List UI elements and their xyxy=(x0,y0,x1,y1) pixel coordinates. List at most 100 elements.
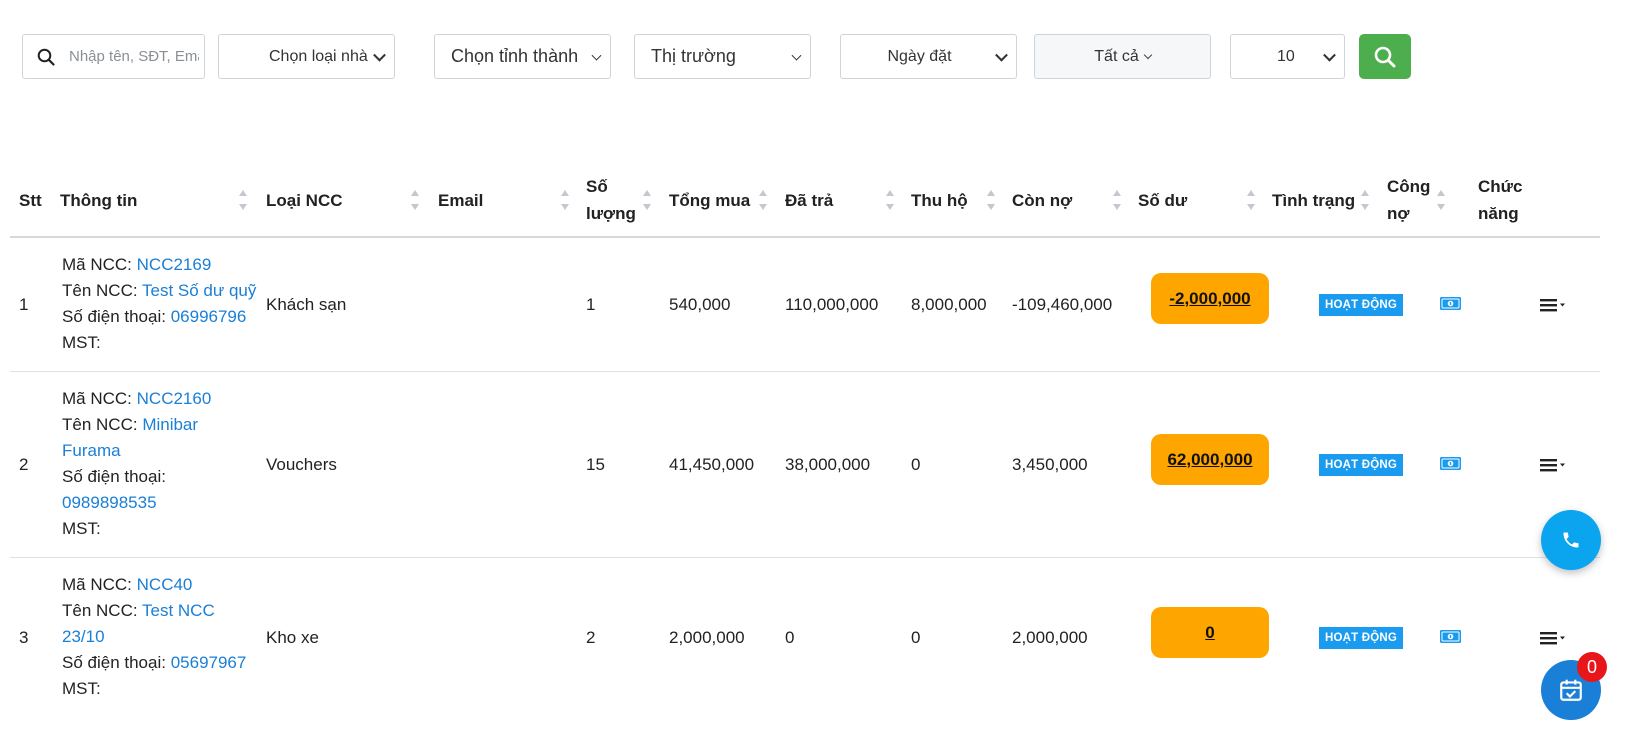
table-header: Stt Thông tin Loại NCC Email Số lượng Tổ… xyxy=(10,162,1600,238)
notification-count-badge: 0 xyxy=(1577,652,1607,682)
supplier-phone-link[interactable]: 06996796 xyxy=(171,307,247,326)
phone-label: Số điện thoại: xyxy=(62,653,166,672)
tax-label: MST: xyxy=(62,519,101,538)
sort-icon[interactable] xyxy=(886,190,895,210)
menu-icon[interactable] xyxy=(1540,298,1566,312)
column-header-actions: Chức năng xyxy=(1478,162,1522,238)
column-header-type[interactable]: Loại NCC xyxy=(266,162,343,238)
filter-bar: Chọn loại nhà Chọn tỉnh thành Thị trường… xyxy=(22,34,1411,79)
row-qty: 15 xyxy=(586,455,605,474)
menu-icon[interactable] xyxy=(1540,631,1566,645)
row-stt: 3 xyxy=(19,628,29,647)
supplier-name-line: Tên NCC: Minibar xyxy=(62,412,262,438)
supplier-type-select[interactable]: Chọn loại nhà xyxy=(218,34,395,79)
supplier-info: Mã NCC: NCC2169 Tên NCC: Test Số dư quỹ … xyxy=(62,252,262,356)
supplier-tax-line: MST: xyxy=(62,676,262,702)
column-header-paid[interactable]: Đã trả xyxy=(785,162,833,238)
column-header-stt: Stt xyxy=(19,190,42,210)
column-header-owed[interactable]: Còn nợ xyxy=(1012,162,1072,238)
call-button[interactable] xyxy=(1541,510,1601,570)
supplier-name-line: Tên NCC: Test NCC xyxy=(62,598,262,624)
sort-icon[interactable] xyxy=(987,190,996,210)
row-paid: 38,000,000 xyxy=(785,455,871,474)
sort-icon[interactable] xyxy=(759,190,768,210)
supplier-name-line: Tên NCC: Test Số dư quỹ xyxy=(62,278,262,304)
row-stt: 1 xyxy=(19,295,29,314)
balance-button[interactable]: -2,000,000 xyxy=(1151,273,1269,324)
sort-icon[interactable] xyxy=(1437,190,1446,210)
date-field-value: Ngày đặt xyxy=(887,47,952,65)
supplier-name-link[interactable]: Test Số dư quỹ xyxy=(142,281,256,300)
sort-icon[interactable] xyxy=(1113,190,1122,210)
column-header-collected[interactable]: Thu hộ xyxy=(911,162,968,238)
column-header-actions-line1: Chức xyxy=(1478,177,1523,196)
column-header-actions-line2: năng xyxy=(1478,204,1519,223)
supplier-name-link[interactable]: Furama xyxy=(62,441,121,460)
name-label: Tên NCC: xyxy=(62,281,138,300)
status-badge: HOẠT ĐỘNG xyxy=(1319,294,1403,316)
phone-label: Số điện thoại: xyxy=(62,307,166,326)
status-dropdown[interactable]: Tất cả xyxy=(1034,34,1211,79)
status-badge: HOẠT ĐỘNG xyxy=(1319,627,1403,649)
name-label: Tên NCC: xyxy=(62,601,138,620)
supplier-name-link[interactable]: Test NCC xyxy=(142,601,215,620)
sort-icon[interactable] xyxy=(643,190,652,210)
supplier-phone-link[interactable]: 0989898535 xyxy=(62,493,157,512)
column-header-email[interactable]: Email xyxy=(438,162,483,238)
money-icon[interactable] xyxy=(1440,457,1461,470)
supplier-code-line: Mã NCC: NCC40 xyxy=(62,572,262,598)
chevron-down-icon xyxy=(995,48,1008,62)
row-stt: 2 xyxy=(19,455,29,474)
column-header-debt-line2: nợ xyxy=(1387,204,1410,223)
sort-icon[interactable] xyxy=(239,190,248,210)
supplier-code-link[interactable]: NCC2160 xyxy=(137,389,212,408)
column-header-total[interactable]: Tổng mua xyxy=(669,162,750,238)
search-icon xyxy=(37,48,55,66)
sort-icon[interactable] xyxy=(1247,190,1256,210)
search-input[interactable] xyxy=(69,48,199,65)
date-field-select[interactable]: Ngày đặt xyxy=(840,34,1017,79)
tax-label: MST: xyxy=(62,333,101,352)
market-value: Thị trường xyxy=(651,46,736,66)
province-value: Chọn tỉnh thành xyxy=(451,46,579,66)
supplier-phone-link[interactable]: 05697967 xyxy=(171,653,247,672)
row-type: Kho xe xyxy=(266,628,319,647)
column-header-info[interactable]: Thông tin xyxy=(60,162,137,238)
supplier-code-link[interactable]: NCC40 xyxy=(137,575,193,594)
chevron-down-icon xyxy=(1143,50,1152,59)
chevron-down-icon xyxy=(791,50,802,61)
row-owed: -109,460,000 xyxy=(1012,295,1113,314)
calendar-check-icon xyxy=(1560,679,1582,701)
search-button[interactable] xyxy=(1359,34,1411,79)
province-select[interactable]: Chọn tỉnh thành xyxy=(434,34,611,79)
sort-icon[interactable] xyxy=(1361,190,1370,210)
code-label: Mã NCC: xyxy=(62,389,132,408)
column-header-qty[interactable]: Số lượng xyxy=(586,162,636,238)
sort-icon[interactable] xyxy=(561,190,570,210)
column-header-debt-line1: Công xyxy=(1387,177,1431,196)
search-field[interactable] xyxy=(22,34,205,79)
column-header-balance[interactable]: Số dư xyxy=(1138,162,1187,238)
sort-icon[interactable] xyxy=(411,190,420,210)
supplier-name-link[interactable]: Minibar xyxy=(142,415,198,434)
supplier-phone-line: Số điện thoại: 06996796 xyxy=(62,304,262,330)
supplier-tax-line: MST: xyxy=(62,330,262,356)
row-collected: 0 xyxy=(911,455,921,474)
balance-button[interactable]: 62,000,000 xyxy=(1151,434,1269,485)
status-value: Tất cả xyxy=(1094,47,1139,65)
page-size-select[interactable]: 10 xyxy=(1230,34,1345,79)
menu-icon[interactable] xyxy=(1540,458,1566,472)
money-icon[interactable] xyxy=(1440,630,1461,643)
money-icon[interactable] xyxy=(1440,297,1461,310)
balance-button[interactable]: 0 xyxy=(1151,607,1269,658)
supplier-info: Mã NCC: NCC2160 Tên NCC: Minibar Furama … xyxy=(62,386,262,542)
column-header-debt[interactable]: Công nợ xyxy=(1387,162,1430,238)
market-select[interactable]: Thị trường xyxy=(634,34,811,79)
name-label: Tên NCC: xyxy=(62,415,138,434)
table-row: 1 Mã NCC: NCC2169 Tên NCC: Test Số dư qu… xyxy=(10,238,1600,372)
supplier-code-line: Mã NCC: NCC2160 xyxy=(62,386,262,412)
page-size-value: 10 xyxy=(1277,47,1295,65)
supplier-code-link[interactable]: NCC2169 xyxy=(137,255,212,274)
supplier-name-link[interactable]: 23/10 xyxy=(62,627,105,646)
column-header-status[interactable]: Tình trạng xyxy=(1272,162,1355,238)
